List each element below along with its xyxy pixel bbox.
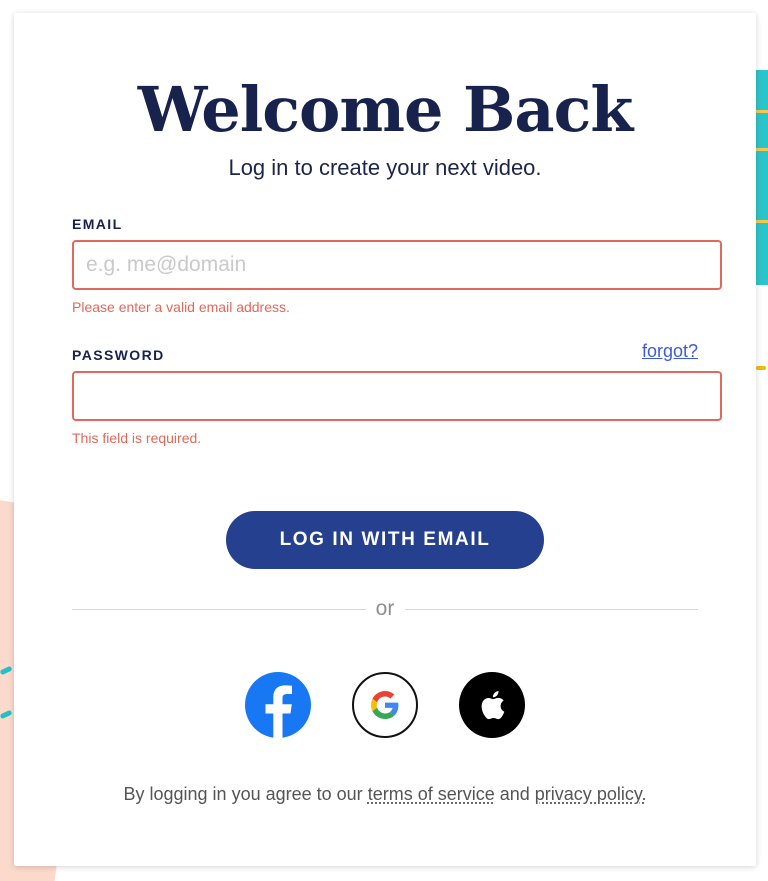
terms-conjunction-text: and [499,784,530,804]
login-with-email-button[interactable]: LOG IN WITH EMAIL [226,511,544,569]
facebook-login-button[interactable] [245,672,311,738]
google-login-button[interactable] [352,672,418,738]
apple-icon [481,691,505,720]
terms-prefix-text: By logging in you agree to our [123,784,363,804]
terms-notice: By logging in you agree to our terms of … [14,784,756,805]
divider-line-right [405,609,698,610]
facebook-icon [265,685,292,738]
forgot-password-link[interactable]: forgot? [642,341,698,362]
page-subtitle: Log in to create your next video. [228,155,542,180]
apple-login-button[interactable] [459,672,525,738]
decorative-streak [754,110,768,113]
google-icon [371,691,399,719]
decorative-dot-yellow [756,366,766,370]
email-error-message: Please enter a valid email address. [72,299,290,315]
login-card: Welcome Back Log in to create your next … [14,13,756,866]
password-error-message: This field is required. [72,430,202,446]
email-label: EMAIL [72,216,123,232]
password-field[interactable] [72,371,722,421]
email-field[interactable] [72,240,722,290]
page-title: Welcome Back [137,73,634,146]
page-background: Welcome Back Log in to create your next … [0,0,768,881]
privacy-policy-link[interactable]: privacy policy. [535,784,647,804]
decorative-streak [754,220,768,223]
decorative-streak [754,148,768,151]
password-label: PASSWORD [72,347,165,363]
terms-of-service-link[interactable]: terms of service [368,784,495,804]
